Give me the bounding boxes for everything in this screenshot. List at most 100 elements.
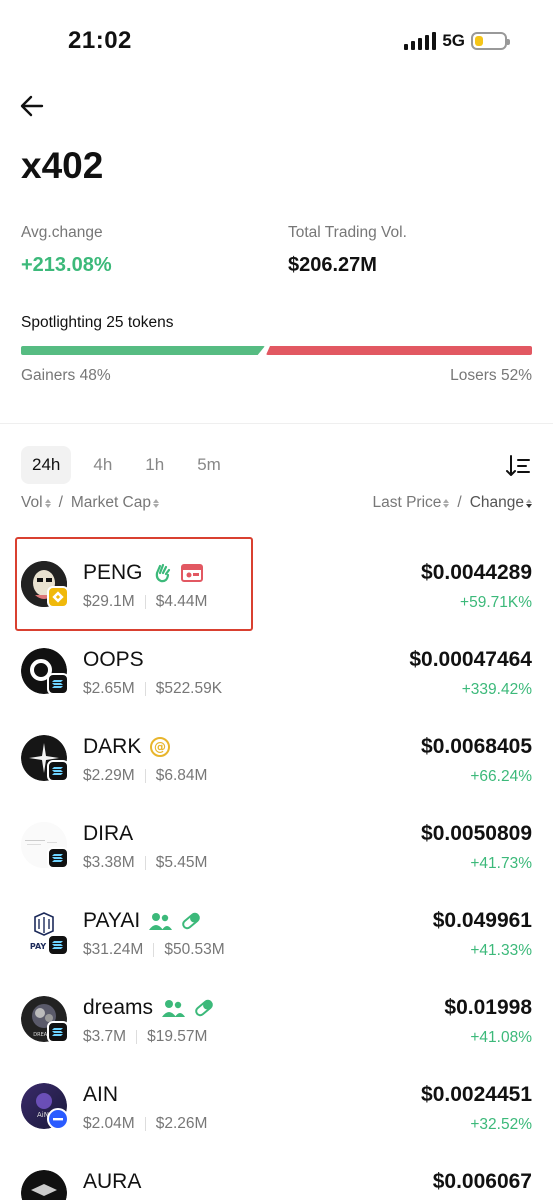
sort-order-icon[interactable]: [505, 453, 531, 479]
solana-chain-icon: [47, 934, 69, 956]
column-headers-left: Vol / Market Cap: [21, 494, 159, 512]
token-stats: $3.7M $19.57M: [83, 1028, 207, 1046]
token-price: $0.0068405: [421, 735, 532, 758]
sort-vol[interactable]: Vol: [21, 494, 51, 512]
last-price-header: Last Price: [372, 494, 442, 511]
token-name-wrap: OOPS: [83, 648, 144, 672]
status-icons: 5G: [404, 31, 510, 51]
solana-chain-icon: [47, 847, 69, 869]
token-price: $0.01998: [444, 996, 532, 1019]
losers-label: Losers 52%: [450, 367, 532, 384]
token-name-wrap: dreams: [83, 996, 215, 1020]
token-name: dreams: [83, 996, 154, 1019]
timeframe-tabs: 24h 4h 1h 5m: [21, 446, 243, 484]
token-stats: $2.65M $522.59K: [83, 680, 222, 698]
token-row[interactable]: DREAMS dreams $3.7M $19.57M $0.01998 +41.…: [0, 975, 553, 1062]
token-name: AURA: [83, 1170, 142, 1193]
status-bar: 21:02 5G: [0, 0, 553, 80]
token-market-cap: $522.59K: [155, 680, 223, 697]
sort-arrows-icon: [443, 498, 450, 508]
sort-last-price[interactable]: Last Price: [372, 494, 450, 512]
token-market-cap: $6.84M: [155, 767, 208, 784]
token-change: +41.73%: [470, 855, 532, 872]
token-row[interactable]: PAY PAYAI $31.24M $50.53M $0.049961 +41.3…: [0, 888, 553, 975]
token-name-wrap: AIN: [83, 1083, 118, 1107]
token-market-cap: $2.26M: [155, 1115, 208, 1132]
spotlight-label: Spotlighting 25 tokens: [21, 314, 174, 331]
token-price: $0.0024451: [421, 1083, 532, 1106]
token-change: +66.24%: [470, 768, 532, 785]
sort-change[interactable]: Change: [470, 494, 532, 512]
market-cap-header: Market Cap: [70, 494, 151, 511]
token-name-wrap: PAYAI: [83, 909, 202, 933]
token-stats: $31.24M $50.53M: [83, 941, 225, 959]
pill-icon: [180, 910, 202, 932]
token-row[interactable]: AURA $0.006067: [0, 1149, 553, 1200]
tab-5m[interactable]: 5m: [186, 446, 232, 484]
token-price: $0.049961: [432, 909, 532, 932]
token-row[interactable]: AiNe AIN $2.04M $2.26M $0.0024451 +32.52%: [0, 1062, 553, 1149]
token-name: PAYAI: [83, 909, 141, 932]
token-change: +339.42%: [461, 681, 532, 698]
tab-4h[interactable]: 4h: [82, 446, 123, 484]
status-time: 21:02: [68, 27, 132, 54]
solana-chain-icon: [47, 1021, 69, 1043]
token-name: OOPS: [83, 648, 144, 671]
avg-change-value: +213.08%: [21, 254, 112, 276]
token-stats: $2.29M $6.84M: [83, 767, 207, 785]
gainers-bar: [21, 346, 265, 355]
avatar-text: PAY: [30, 942, 47, 951]
network-type: 5G: [442, 31, 465, 50]
users-icon: [148, 911, 173, 931]
signal-icon: [404, 32, 437, 50]
solana-chain-icon: [47, 673, 69, 695]
sort-arrows-icon: [526, 498, 532, 508]
token-volume: $3.38M: [83, 854, 135, 871]
token-volume: $31.24M: [83, 941, 144, 958]
base-chain-icon: [47, 1108, 69, 1130]
token-volume: $2.04M: [83, 1115, 135, 1132]
token-volume: $2.29M: [83, 767, 135, 784]
token-name: DIRA: [83, 822, 134, 845]
column-headers-right: Last Price / Change: [372, 494, 532, 512]
users-icon: [161, 998, 186, 1018]
token-volume: $2.65M: [83, 680, 135, 697]
battery-icon: [471, 32, 510, 50]
token-change: +41.08%: [470, 1029, 532, 1046]
volume-label: Total Trading Vol.: [288, 224, 407, 241]
token-name: AIN: [83, 1083, 119, 1106]
change-header: Change: [469, 494, 524, 511]
sort-arrows-icon: [44, 498, 51, 508]
tab-24h[interactable]: 24h: [21, 446, 72, 484]
gainers-label: Gainers 48%: [21, 367, 111, 384]
vol-header: Vol: [21, 494, 43, 511]
token-row[interactable]: DIRA $3.38M $5.45M $0.0050809 +41.73%: [0, 801, 553, 888]
avg-change-label: Avg.change: [21, 224, 103, 241]
token-price: $0.00047464: [409, 648, 532, 671]
token-price: $0.006067: [432, 1170, 532, 1193]
token-name-wrap: AURA: [83, 1170, 141, 1194]
token-avatar: [21, 1170, 67, 1200]
token-price: $0.0050809: [421, 822, 532, 845]
tab-1h[interactable]: 1h: [134, 446, 175, 484]
solana-chain-icon: [47, 760, 69, 782]
at-icon: @: [149, 736, 171, 758]
token-volume: $3.7M: [83, 1028, 127, 1045]
token-change: +41.33%: [470, 942, 532, 959]
losers-bar: [266, 346, 532, 355]
token-change: +32.52%: [470, 1116, 532, 1133]
volume-value: $206.27M: [288, 254, 377, 276]
token-price: $0.0044289: [421, 561, 532, 584]
sort-market-cap[interactable]: Market Cap: [71, 494, 159, 512]
back-arrow-icon[interactable]: [18, 92, 46, 120]
slash: /: [58, 494, 63, 511]
token-name: DARK: [83, 735, 142, 758]
svg-text:@: @: [154, 740, 166, 754]
token-row[interactable]: OOPS $2.65M $522.59K $0.00047464 +339.42%: [0, 627, 553, 714]
token-market-cap: $5.45M: [155, 854, 208, 871]
divider: [0, 423, 553, 424]
highlight-box: [15, 537, 253, 631]
token-name-wrap: DARK @: [83, 735, 171, 759]
page-title: x402: [21, 145, 104, 186]
token-row[interactable]: DARK @ $2.29M $6.84M $0.0068405 +66.24%: [0, 714, 553, 801]
